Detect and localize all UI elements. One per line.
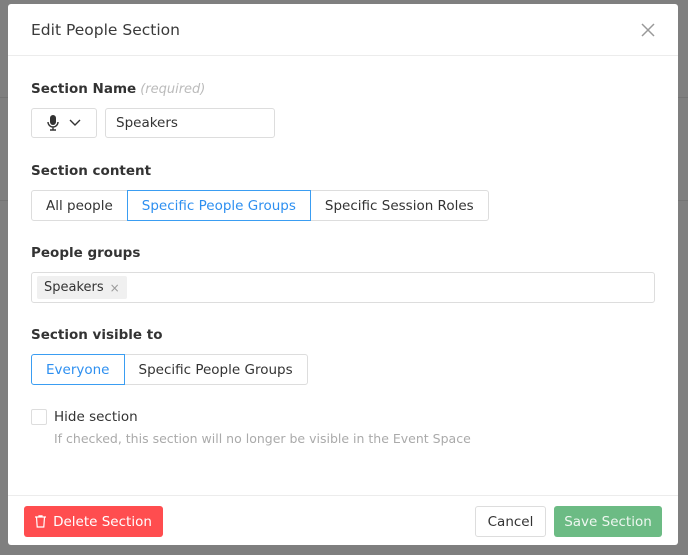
chevron-down-icon	[69, 119, 81, 126]
modal-footer: Delete Section Cancel Save Section	[8, 495, 678, 545]
tag-label: Speakers	[44, 280, 104, 295]
required-hint: (required)	[140, 82, 206, 97]
microphone-icon	[47, 115, 59, 131]
people-groups-input[interactable]: Speakers ×	[31, 272, 655, 303]
people-groups-label: People groups	[31, 245, 141, 261]
close-icon[interactable]	[638, 20, 658, 40]
edit-section-modal: Edit People Section Section Name (require…	[8, 4, 678, 545]
delete-label: Delete Section	[53, 513, 152, 530]
cancel-button[interactable]: Cancel	[475, 506, 546, 537]
icon-select[interactable]	[31, 108, 97, 138]
remove-tag-icon[interactable]: ×	[110, 281, 120, 295]
section-name-label: Section Name (required)	[31, 81, 206, 97]
option-specific-session-roles[interactable]: Specific Session Roles	[309, 190, 489, 221]
option-specific-people-groups-visibility[interactable]: Specific People Groups	[123, 354, 308, 385]
section-name-input[interactable]	[105, 108, 275, 138]
modal-header: Edit People Section	[8, 4, 678, 56]
option-all-people[interactable]: All people	[31, 190, 128, 221]
section-content-label: Section content	[31, 163, 152, 179]
modal-title: Edit People Section	[31, 21, 180, 39]
option-specific-people-groups[interactable]: Specific People Groups	[126, 190, 311, 221]
trash-icon	[35, 515, 47, 528]
option-everyone[interactable]: Everyone	[31, 354, 125, 385]
tag-speakers: Speakers ×	[37, 276, 127, 299]
visible-to-label: Section visible to	[31, 327, 163, 343]
section-content-selector: All people Specific People Groups Specif…	[31, 190, 489, 221]
hide-section-checkbox[interactable]	[31, 409, 47, 425]
save-section-button[interactable]: Save Section	[554, 506, 662, 537]
hide-section-help: If checked, this section will no longer …	[54, 431, 471, 446]
visible-to-selector: Everyone Specific People Groups	[31, 354, 308, 385]
hide-section-label: Hide section	[54, 409, 138, 425]
delete-section-button[interactable]: Delete Section	[24, 506, 163, 537]
